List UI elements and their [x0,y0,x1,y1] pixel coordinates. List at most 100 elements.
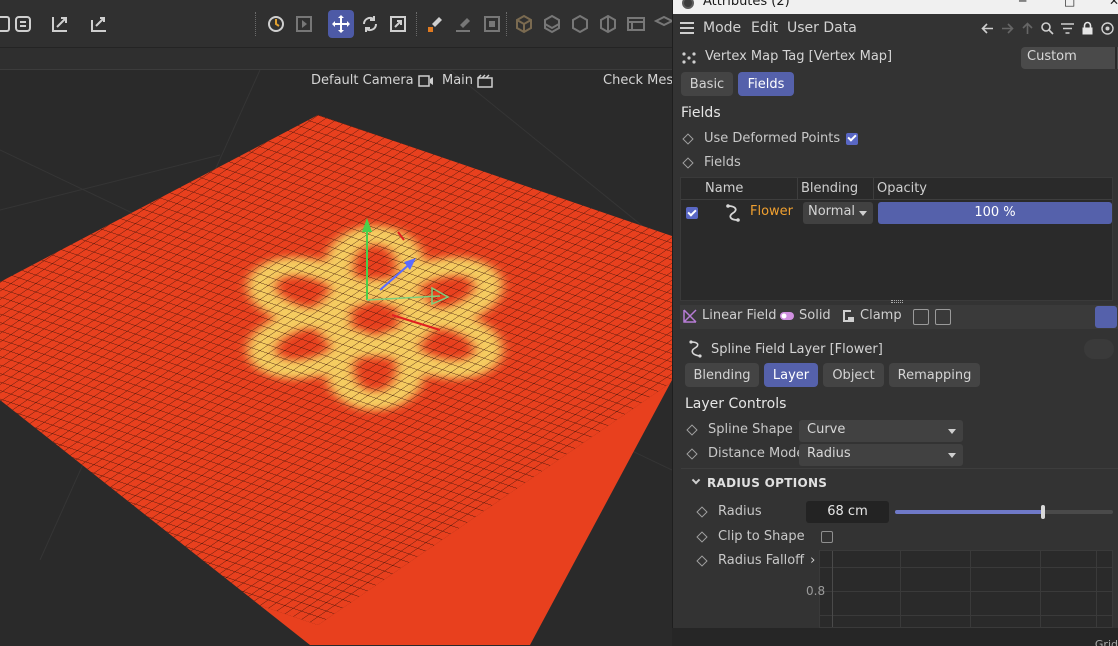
tab-object[interactable]: Object [823,363,884,387]
graph-y-tick: 0.8 [806,584,826,598]
paint-icon[interactable] [450,10,476,38]
record-icon[interactable] [913,309,929,325]
up-arrow-icon[interactable] [1020,21,1035,36]
preset-label: Custom [1027,49,1077,64]
layer-title: Spline Field Layer [Flower] [711,341,883,357]
view-icon[interactable] [291,10,317,38]
keyframe-diamond-icon[interactable] [682,156,694,169]
keyframe-diamond-icon[interactable] [696,530,708,543]
filter-icon[interactable] [1060,21,1075,36]
settings-icon[interactable] [1100,21,1115,36]
radius-options-header[interactable]: RADIUS OPTIONS [691,475,827,490]
viewport[interactable] [0,70,672,646]
cube-icon[interactable] [511,10,537,38]
header-blending[interactable]: Blending [801,181,858,196]
radius-falloff-row: Radius Falloff › [696,553,815,568]
chevron-down-icon [691,475,701,485]
header-name[interactable]: Name [705,181,743,196]
clamp-button[interactable]: Clamp [841,308,902,323]
field-row-flower[interactable]: Flower Normal 100 % [681,201,1112,225]
layers-toggle-icon[interactable] [10,10,36,38]
blending-dropdown[interactable]: Normal [803,202,873,224]
radius-slider-fill [895,510,1044,514]
field-name[interactable]: Flower [750,204,793,219]
linear-field-button[interactable]: Linear Field [683,308,777,323]
chevron-down-icon [859,211,867,216]
chevron-down-icon [948,453,956,458]
solo-icon[interactable] [479,10,505,38]
field-enabled-checkbox[interactable] [686,207,698,219]
resize-handle[interactable] [891,300,903,303]
maximize-icon[interactable]: □ [1064,0,1075,8]
solid-button[interactable]: Solid [780,308,831,323]
fields-row: Fields [682,155,741,170]
use-deformed-points-row: Use Deformed Points [682,131,859,146]
menu-edit[interactable]: Edit [751,20,778,36]
radius-slider-handle[interactable] [1041,505,1046,519]
opacity-slider[interactable]: 100 % [878,202,1112,224]
check-mesh-menu[interactable]: Check Mesh [603,73,681,88]
use-deformed-points-checkbox[interactable] [846,132,859,145]
blending-value: Normal [808,204,856,219]
fields-list[interactable]: Name Blending Opacity Flower Normal 100 … [680,177,1113,301]
add-folder-icon[interactable] [935,309,951,325]
chevron-down-icon [948,429,956,434]
menu-user-data[interactable]: User Data [787,20,857,36]
expand-panel-icon[interactable] [1095,306,1117,328]
layer-toggle[interactable] [1084,339,1114,359]
move-icon[interactable] [328,10,354,38]
keyframe-diamond-icon[interactable] [682,132,694,145]
clapper-icon [477,73,493,88]
lock-icon[interactable] [1080,21,1095,36]
clamp-icon [843,309,854,322]
tab-basic[interactable]: Basic [681,72,733,96]
scale-icon[interactable] [385,10,411,38]
radius-row: Radius [696,504,762,519]
back-arrow-icon[interactable] [980,21,995,36]
export-icon[interactable] [86,10,112,38]
keyframe-diamond-icon[interactable] [686,447,698,460]
camera-menu[interactable]: Default Camera [311,73,434,88]
menu-mode[interactable]: Mode [703,20,741,36]
hamburger-icon[interactable] [680,22,694,37]
chevron-right-icon[interactable]: › [810,553,815,568]
radius-input[interactable]: 68 cm [806,501,889,523]
dropdown-edge [1115,47,1117,69]
tab-blending[interactable]: Blending [685,363,759,387]
keyframe-diamond-icon[interactable] [686,423,698,436]
close-icon[interactable]: ✕ [1109,0,1118,8]
search-icon[interactable] [1040,21,1055,36]
menu-icons [980,21,1115,36]
falloff-graph[interactable]: 0.8 [806,550,1113,628]
brush-icon[interactable] [422,10,448,38]
preset-dropdown[interactable]: Custom [1021,47,1118,69]
tab-layer[interactable]: Layer [764,363,818,387]
cube2-icon[interactable] [539,10,565,38]
spline-shape-dropdown[interactable]: Curve [799,420,963,442]
keyframe-diamond-icon[interactable] [696,505,708,518]
window-titlebar: Attributes (2) ─ □ ✕ [673,0,1118,14]
clamp-label: Clamp [860,308,902,323]
spline-shape-label: Spline Shape [708,422,793,437]
expand-icon[interactable] [47,10,73,38]
minimize-icon[interactable]: ─ [1019,0,1026,8]
take-menu[interactable]: Main [442,73,493,88]
tab-fields[interactable]: Fields [738,72,794,96]
forward-arrow-icon[interactable] [1000,21,1015,36]
spline-shape-row: Spline Shape [686,422,793,437]
clip-to-shape-checkbox[interactable] [820,530,833,543]
status-bar: Grid [672,628,1118,646]
cube3-icon[interactable] [567,10,593,38]
rotate-icon[interactable] [357,10,383,38]
header-opacity[interactable]: Opacity [877,181,927,196]
cube4-icon[interactable] [595,10,621,38]
radius-slider[interactable] [895,505,1113,519]
tab-remapping[interactable]: Remapping [889,363,980,387]
keyframe-diamond-icon[interactable] [696,554,708,567]
distance-mode-dropdown[interactable]: Radius [799,444,963,466]
main-toolbar [0,0,674,48]
tweak-icon[interactable] [263,10,289,38]
fields-label: Fields [704,155,741,170]
fields-section-title: Fields [681,105,721,121]
table-icon[interactable] [623,10,649,38]
